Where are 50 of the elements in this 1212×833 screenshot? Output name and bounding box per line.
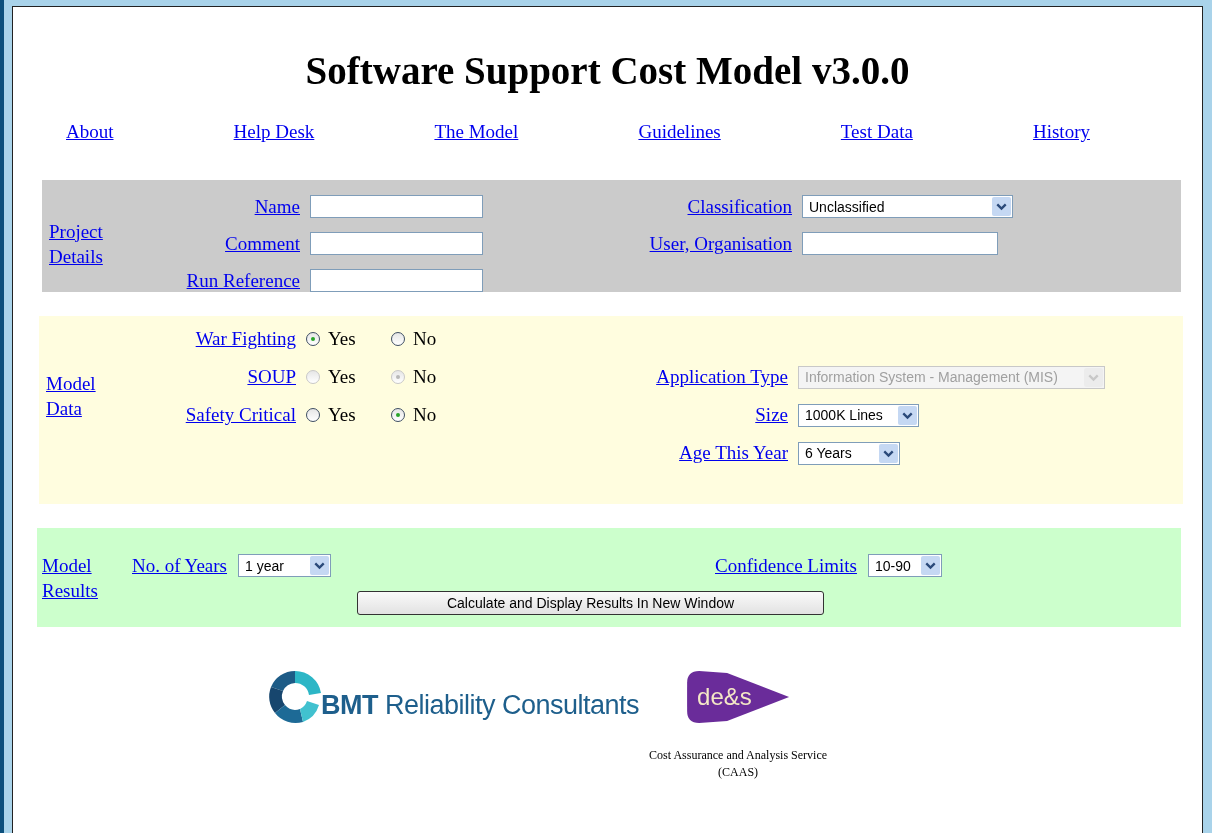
field-label-link[interactable]: War Fighting <box>195 328 296 350</box>
radio-label: No <box>413 404 437 426</box>
field-label-link[interactable]: No. of Years <box>132 554 227 577</box>
caption-line: (CAAS) <box>718 764 759 781</box>
dropdown[interactable]: 10-90 <box>867 554 942 577</box>
radio-label: Yes <box>328 328 356 350</box>
radio-label: No <box>413 366 437 388</box>
radio-button[interactable] <box>391 408 405 422</box>
nav-link[interactable]: Test Data <box>840 121 913 143</box>
text-field[interactable] <box>310 232 483 255</box>
chevron-down-icon <box>310 556 329 575</box>
radio-label: No <box>413 328 437 350</box>
section-link[interactable]: Model Data <box>46 371 116 421</box>
field-label-link[interactable]: Classification <box>687 195 792 218</box>
page-title: Software Support Cost Model v3.0.0 <box>304 48 911 95</box>
field-label-link[interactable]: Confidence Limits <box>715 554 857 577</box>
field-label-link[interactable]: Comment <box>225 232 300 255</box>
section-link[interactable]: Model Results <box>42 552 132 603</box>
field-label-link[interactable]: Safety Critical <box>185 404 296 426</box>
nav-link[interactable]: History <box>1032 121 1090 143</box>
nav-link[interactable]: About <box>66 121 114 143</box>
field-label-link[interactable]: Size <box>755 404 788 426</box>
text-field[interactable] <box>310 195 483 218</box>
field-label-link[interactable]: Age This Year <box>679 442 788 464</box>
logo-text: BMT Reliability Consultants <box>321 689 640 721</box>
nav-link[interactable]: Help Desk <box>233 121 315 143</box>
chevron-down-icon <box>898 405 917 425</box>
radio-label: Yes <box>328 404 356 426</box>
nav-link[interactable]: Guidelines <box>638 121 721 143</box>
calculate-button[interactable]: Calculate and Display Results In New Window <box>357 591 824 615</box>
chevron-down-icon <box>920 556 940 575</box>
field-label-link[interactable]: User, Organisation <box>649 232 792 255</box>
section-link[interactable]: Project Details <box>49 218 119 269</box>
nav-link[interactable]: The Model <box>434 121 519 143</box>
dropdown[interactable]: Unclassified <box>802 195 1013 218</box>
chevron-down-icon <box>1084 367 1103 387</box>
dropdown[interactable]: 1000K Lines <box>798 403 919 427</box>
radio-button[interactable] <box>306 332 320 346</box>
dropdown[interactable]: 6 Years <box>798 441 900 465</box>
text-field[interactable] <box>802 232 998 255</box>
dropdown[interactable]: 1 year <box>238 554 331 577</box>
chevron-down-icon <box>992 197 1011 216</box>
field-label-link[interactable]: Run Reference <box>186 269 300 292</box>
radio-button[interactable] <box>306 408 320 422</box>
field-label-link[interactable]: Name <box>254 195 300 218</box>
text-field[interactable] <box>310 269 483 292</box>
chevron-down-icon <box>879 443 898 463</box>
radio-button[interactable] <box>391 332 405 346</box>
radio-label: Yes <box>328 366 356 388</box>
caption-line: Cost Assurance and Analysis Service <box>649 747 828 764</box>
